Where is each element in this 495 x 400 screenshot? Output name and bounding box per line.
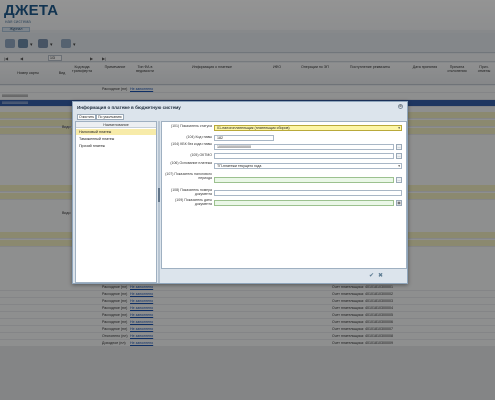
close-icon[interactable]: ⊗: [398, 104, 403, 109]
splitter-collapse-handle[interactable]: [158, 188, 160, 202]
list-item-customs-payment[interactable]: Таможенный платеж: [76, 136, 156, 142]
list-item-tax-payment[interactable]: Налоговый платеж: [76, 129, 156, 135]
panel-splitter[interactable]: [158, 121, 160, 283]
field-label: (105) ОКТМО: [190, 153, 212, 157]
clear-button[interactable]: Очистить: [77, 114, 97, 120]
payment-info-dialog: Информация о платеже в бюджетную систему…: [72, 101, 408, 284]
payment-basis-select[interactable]: ТП-платежи текущего года ▾: [214, 163, 402, 169]
chapter-code-field[interactable]: 182: [214, 135, 274, 141]
field-value: ТП-платежи текущего года: [217, 164, 262, 168]
payment-fields-form: (101) Показатель статуса 01-налогоплател…: [161, 121, 407, 269]
default-button[interactable]: По умолчанию: [96, 114, 124, 120]
field-label: (104) КБК без кода главы: [171, 142, 212, 146]
kbk-field[interactable]: 10000000000000000: [214, 144, 394, 150]
field-label: (106) Основание платежа: [170, 161, 212, 165]
field-label: (104) Код главы: [186, 135, 212, 139]
oktmo-field[interactable]: [214, 153, 394, 159]
list-item-other-payment[interactable]: Прочий платеж: [76, 143, 156, 149]
chevron-down-icon: ▾: [398, 164, 400, 168]
field-label: (101) Показатель статуса: [170, 124, 212, 128]
field-label: (107) Показатель налогового периода: [165, 172, 212, 180]
oktmo-lookup-button[interactable]: ...: [396, 153, 402, 159]
payment-type-list: Наименование Налоговый платеж Таможенный…: [75, 121, 157, 283]
dialog-title: Информация о платеже в бюджетную систему: [77, 105, 181, 110]
document-date-field[interactable]: [214, 200, 394, 206]
field-label: (109) Показатель даты документа: [175, 198, 212, 206]
cancel-icon[interactable]: ✖: [378, 272, 383, 279]
chevron-down-icon: ▾: [398, 126, 400, 130]
calendar-icon[interactable]: ▦: [396, 200, 402, 206]
tax-period-field[interactable]: [214, 177, 394, 183]
field-value: 01-налогоплательщик (плательщик сборов): [217, 126, 290, 130]
list-header: Наименование: [76, 122, 156, 128]
document-number-field[interactable]: [214, 190, 402, 196]
kbk-lookup-button[interactable]: ...: [396, 144, 402, 150]
ok-icon[interactable]: ✔: [369, 272, 374, 279]
status-indicator-select[interactable]: 01-налогоплательщик (плательщик сборов) …: [214, 125, 402, 131]
tax-period-button[interactable]: ...: [396, 177, 402, 183]
field-label: (108) Показатель номера документа: [171, 188, 212, 196]
